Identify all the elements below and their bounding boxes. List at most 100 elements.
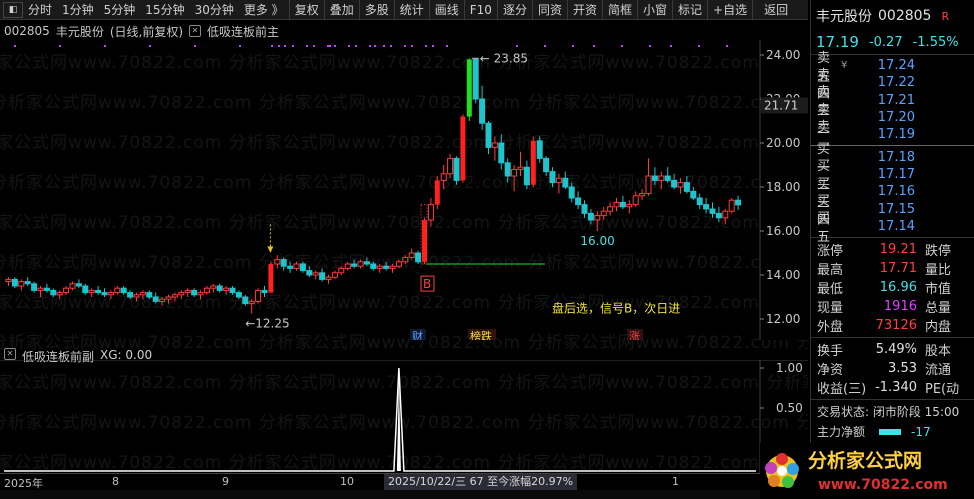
- tb-duogu[interactable]: 多股: [358, 0, 394, 20]
- candle-body: [690, 190, 697, 199]
- candle: [523, 160, 530, 190]
- candle-body: [600, 210, 607, 217]
- candle: [75, 279, 82, 289]
- candle: [472, 58, 479, 104]
- candle: [293, 261, 300, 271]
- bottom-strip: [0, 490, 808, 499]
- price-change: -0.27: [868, 34, 903, 50]
- candle-body: [376, 265, 383, 269]
- candle-body: [383, 265, 390, 269]
- cursor-date-info: 2025/10/22/三 67 至今涨幅20.97%: [384, 474, 578, 490]
- candle-body: [11, 278, 18, 287]
- candle-body: [242, 296, 249, 305]
- sub-settings-icon[interactable]: ✕: [4, 348, 16, 360]
- stat-row: 最高 17.71 量比: [811, 259, 974, 278]
- panel-toggle-icon[interactable]: ◧: [3, 1, 23, 18]
- tb-fenshi[interactable]: 分时: [23, 0, 57, 20]
- signal-dot: [59, 45, 61, 47]
- candle: [325, 275, 332, 284]
- candle-body: [613, 201, 620, 208]
- candle-body: [555, 177, 562, 184]
- candle: [274, 255, 281, 269]
- rzrq-flag: R: [941, 9, 950, 23]
- main-kline-chart[interactable]: 24.0022.0020.0018.0016.0014.0012.0021.71…: [0, 40, 808, 340]
- sub-indicator-chart[interactable]: 1.000.500.00: [0, 360, 808, 473]
- indicator-name[interactable]: 低吸连板前主: [207, 23, 279, 40]
- candle: [575, 191, 582, 209]
- candle-body: [82, 285, 89, 294]
- candle: [543, 156, 550, 176]
- tb-fanhui[interactable]: 返回: [752, 0, 793, 20]
- tb-diejia[interactable]: 叠加: [323, 0, 359, 20]
- chart-toolbar: ◧ 分时 1分钟 5分钟 15分钟 30分钟 更多 》 复权 叠加 多股 统计 …: [0, 0, 808, 20]
- tb-tongzi[interactable]: 同资: [531, 0, 567, 20]
- candle-body: [402, 256, 409, 263]
- candle-body: [43, 287, 50, 291]
- candle-body: [203, 287, 210, 294]
- sub-tick-label: 1.00: [776, 361, 803, 375]
- signal-dot: [432, 45, 434, 47]
- tb-1min[interactable]: 1分钟: [57, 0, 99, 20]
- candle-body: [389, 265, 396, 269]
- candle: [63, 286, 70, 295]
- signal-dot: [327, 45, 329, 47]
- candle-body: [575, 197, 582, 206]
- candle: [363, 257, 370, 267]
- candle: [568, 182, 575, 203]
- tb-fuquan[interactable]: 复权: [288, 0, 324, 20]
- tb-zixuan[interactable]: +自选: [707, 0, 752, 20]
- tb-tongji[interactable]: 统计: [393, 0, 429, 20]
- tb-5min[interactable]: 5分钟: [99, 0, 141, 20]
- tb-zhufen[interactable]: 逐分: [496, 0, 532, 20]
- tag-zhang: 涨: [629, 330, 640, 340]
- candle-body: [619, 201, 626, 208]
- candle-body: [549, 171, 556, 184]
- tb-30min[interactable]: 30分钟: [190, 0, 239, 20]
- stat-label-2: 跌停: [925, 243, 952, 259]
- bid-book: 买一 17.18 买二 17.17 买三 17.16 买四 17.15 买五 17.14: [811, 142, 974, 245]
- stat-label: 收益(三): [817, 381, 867, 397]
- candle-body: [120, 287, 127, 294]
- tb-f10[interactable]: F10: [463, 0, 497, 20]
- candle-body: [607, 206, 614, 212]
- signal-dot: [404, 45, 406, 47]
- tb-kaizi[interactable]: 开资: [566, 0, 602, 20]
- signal-dot: [390, 45, 392, 47]
- candle-body: [581, 204, 588, 214]
- tb-xiaochuang[interactable]: 小窗: [637, 0, 672, 20]
- candle-body: [319, 272, 326, 280]
- tb-15min[interactable]: 15分钟: [140, 0, 189, 20]
- ask-extra: ¥: [841, 60, 848, 72]
- candle: [607, 202, 614, 216]
- candle-body: [5, 278, 12, 283]
- candle-body: [434, 180, 440, 205]
- settings-icon[interactable]: ✕: [189, 25, 202, 37]
- candle: [460, 114, 466, 183]
- candle-body: [18, 281, 25, 287]
- stat-value: 16.96: [879, 279, 917, 295]
- bid-price: 17.14: [877, 218, 915, 234]
- candle-body: [171, 294, 178, 298]
- stats-block-2: 换手 5.49% 股本 净资 3.53 流通 收益(三) -1.340 PE(动: [811, 340, 974, 397]
- candle-body: [422, 220, 427, 262]
- stat-label: 涨停: [817, 243, 844, 259]
- candle-body: [312, 272, 319, 276]
- candle: [677, 178, 684, 194]
- tb-more[interactable]: 更多 》: [239, 0, 289, 20]
- candle-body: [24, 281, 31, 285]
- tb-jiankuang[interactable]: 简框: [601, 0, 637, 20]
- candle-body: [344, 263, 351, 269]
- bid-row[interactable]: 买五 17.14: [811, 211, 974, 245]
- tb-huaxian[interactable]: 画线: [428, 0, 464, 20]
- candle: [31, 281, 38, 293]
- candle-body: [306, 270, 313, 276]
- price-tick-label: 20.00: [766, 136, 800, 150]
- tb-biaoji[interactable]: 标记: [672, 0, 707, 20]
- current-price-tag: 21.71: [764, 98, 798, 112]
- candle: [178, 290, 185, 300]
- price-tick-label: 16.00: [766, 224, 800, 238]
- candle: [664, 167, 671, 183]
- yellow-arrow-head: [267, 246, 274, 253]
- period-label[interactable]: (日线,前复权): [110, 23, 183, 40]
- candle: [728, 198, 735, 214]
